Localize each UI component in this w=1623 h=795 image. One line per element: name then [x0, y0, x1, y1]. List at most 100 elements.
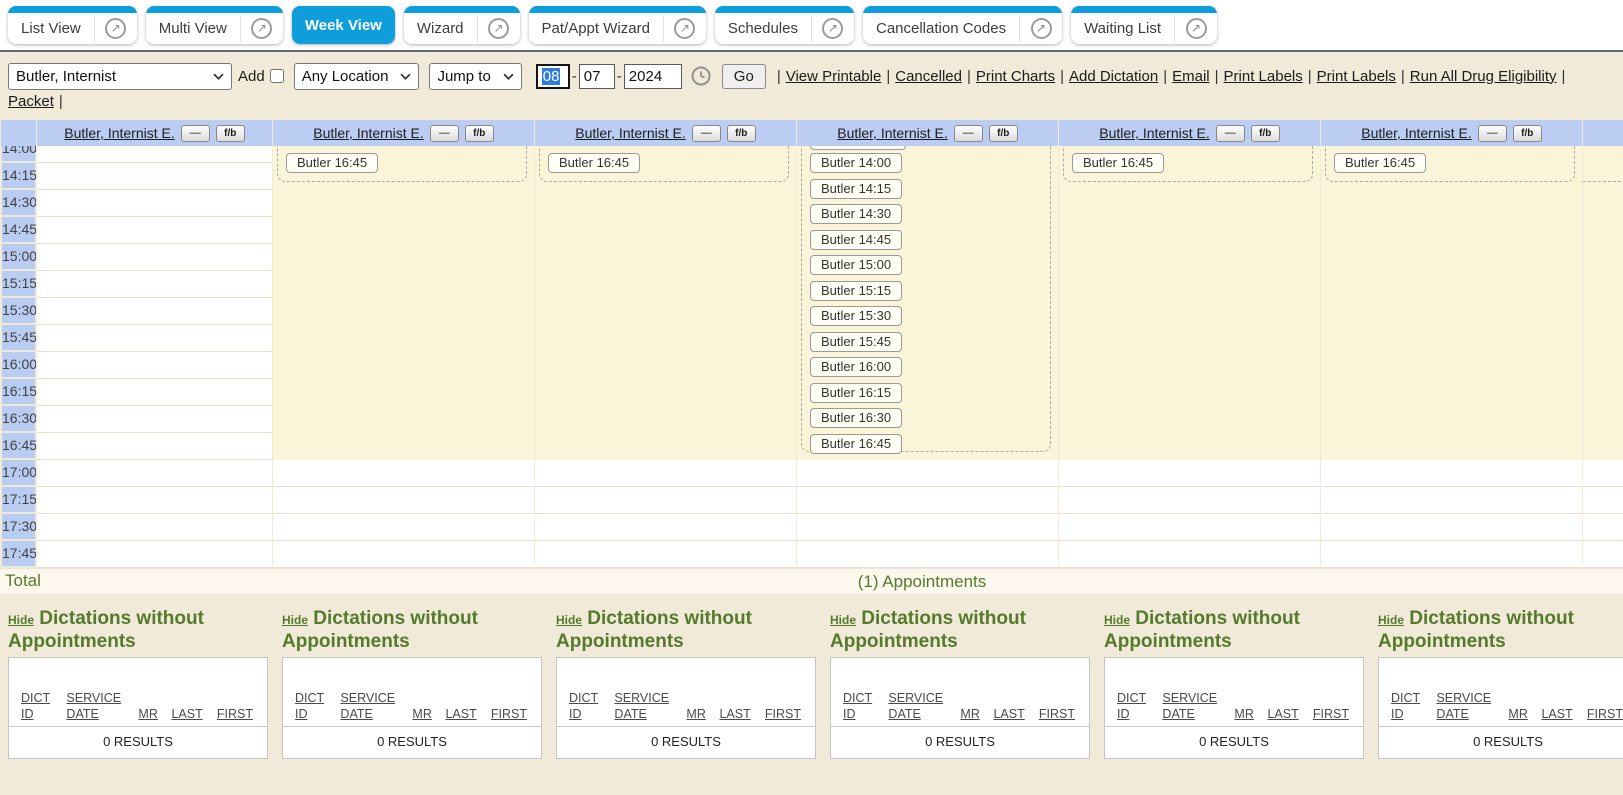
frontback-button[interactable]: f/b — [989, 125, 1018, 142]
minimize-column-button[interactable]: — — [1216, 125, 1245, 142]
dictation-column-header-mr[interactable]: MR — [1508, 706, 1531, 722]
slot-button[interactable]: Butler 14:15 — [810, 179, 902, 199]
tab-week-view[interactable]: Week View — [292, 6, 395, 44]
frontback-button[interactable]: f/b — [1513, 125, 1542, 142]
provider-select[interactable]: Butler, Internist — [8, 63, 232, 90]
after-hours-rows[interactable] — [273, 460, 534, 568]
slot-button[interactable]: Butler 16:45 — [1072, 153, 1164, 173]
slot-button[interactable]: Butler 16:45 — [810, 434, 902, 454]
dictation-column-header-first[interactable]: FIRST — [217, 706, 253, 722]
hide-link[interactable]: Hide — [556, 613, 582, 627]
dictation-column-header-dict-id[interactable]: DICT ID — [295, 690, 330, 722]
external-link-icon[interactable]: ↗ — [664, 18, 706, 39]
dictation-column-header-last[interactable]: LAST — [445, 706, 480, 722]
scheduled-area[interactable] — [1321, 146, 1582, 460]
frontback-button[interactable]: f/b — [727, 125, 756, 142]
clock-icon[interactable] — [690, 65, 712, 87]
tab-wizard[interactable]: Wizard↗ — [404, 6, 520, 44]
external-link-icon[interactable]: ↗ — [478, 18, 520, 39]
toolbar-link-print-labels[interactable]: Print Labels — [1224, 68, 1303, 85]
provider-link[interactable]: Butler, Internist E. — [1099, 125, 1210, 141]
slot-button[interactable]: Butler 14:00 — [810, 153, 902, 173]
slot-button[interactable]: Butler 14:30 — [810, 204, 902, 224]
toolbar-link-add-dictation[interactable]: Add Dictation — [1069, 68, 1158, 85]
provider-link[interactable]: Butler, Internist E. — [837, 125, 948, 141]
tab-list-view[interactable]: List View↗ — [8, 6, 137, 44]
hide-link[interactable]: Hide — [8, 613, 34, 627]
location-select[interactable]: Any Location — [294, 63, 420, 90]
dictation-column-header-mr[interactable]: MR — [412, 706, 435, 722]
dictation-column-header-first[interactable]: FIRST — [1587, 706, 1623, 722]
after-hours-rows[interactable] — [535, 460, 796, 568]
dictation-column-header-dict-id[interactable]: DICT ID — [1117, 690, 1152, 722]
external-link-icon[interactable]: ↗ — [1175, 18, 1217, 39]
toolbar-link-view-printable[interactable]: View Printable — [786, 68, 882, 85]
toolbar-link-print-charts[interactable]: Print Charts — [976, 68, 1055, 85]
scheduled-area[interactable] — [273, 146, 534, 460]
provider-link[interactable]: Butler, Internist E. — [64, 125, 175, 141]
provider-link[interactable]: Butler, Internist E. — [313, 125, 424, 141]
dictation-column-header-last[interactable]: LAST — [993, 706, 1028, 722]
minimize-column-button[interactable]: — — [1478, 125, 1507, 142]
slot-button[interactable]: Butler 15:00 — [810, 255, 902, 275]
toolbar-link-print-labels[interactable]: Print Labels — [1317, 68, 1396, 85]
external-link-icon[interactable]: ↗ — [812, 18, 854, 39]
dictation-column-header-last[interactable]: LAST — [719, 706, 754, 722]
dictation-column-header-service-date[interactable]: SERVICE DATE — [1162, 690, 1224, 722]
hide-link[interactable]: Hide — [830, 613, 856, 627]
slot-button[interactable]: Butler 15:30 — [810, 306, 902, 326]
after-hours-rows[interactable] — [1321, 460, 1582, 568]
date-year-input[interactable] — [624, 64, 682, 89]
dictation-column-header-mr[interactable]: MR — [686, 706, 709, 722]
dictation-column-header-service-date[interactable]: SERVICE DATE — [340, 690, 402, 722]
scheduled-area[interactable] — [1583, 146, 1623, 460]
frontback-button[interactable]: f/b — [216, 125, 245, 142]
scheduled-area[interactable] — [1059, 146, 1320, 460]
slot-button[interactable]: Butler 15:15 — [810, 281, 902, 301]
tab-cancellation-codes[interactable]: Cancellation Codes↗ — [863, 6, 1062, 44]
go-button[interactable]: Go — [722, 64, 766, 89]
provider-link[interactable]: Butler, Internist E. — [575, 125, 686, 141]
dictation-column-header-dict-id[interactable]: DICT ID — [569, 690, 604, 722]
dictation-column-header-service-date[interactable]: SERVICE DATE — [1436, 690, 1498, 722]
minimize-column-button[interactable]: — — [430, 125, 459, 142]
slot-button[interactable]: Butler 16:15 — [810, 383, 902, 403]
dictation-column-header-first[interactable]: FIRST — [1039, 706, 1075, 722]
tab-multi-view[interactable]: Multi View↗ — [146, 6, 283, 44]
external-link-icon[interactable]: ↗ — [1020, 18, 1062, 39]
hide-link[interactable]: Hide — [1378, 613, 1404, 627]
slot-button[interactable]: Butler 16:00 — [810, 357, 902, 377]
minimize-column-button[interactable]: — — [692, 125, 721, 142]
frontback-button[interactable]: f/b — [465, 125, 494, 142]
dictation-column-header-service-date[interactable]: SERVICE DATE — [614, 690, 676, 722]
slot-button[interactable]: Butler 14:45 — [810, 230, 902, 250]
dictation-column-header-dict-id[interactable]: DICT ID — [21, 690, 56, 722]
date-day-input[interactable] — [579, 64, 615, 89]
external-link-icon[interactable]: ↗ — [241, 18, 283, 39]
toolbar-link-email[interactable]: Email — [1172, 68, 1210, 85]
tab-schedules[interactable]: Schedules↗ — [715, 6, 854, 44]
dictation-column-header-first[interactable]: FIRST — [491, 706, 527, 722]
dictation-column-header-mr[interactable]: MR — [960, 706, 983, 722]
slot-button-clipped[interactable] — [810, 146, 906, 150]
empty-day-area[interactable] — [37, 146, 272, 568]
dictation-column-header-dict-id[interactable]: DICT ID — [843, 690, 878, 722]
after-hours-rows[interactable] — [1059, 460, 1320, 568]
packet-link[interactable]: Packet — [8, 93, 54, 110]
hide-link[interactable]: Hide — [1104, 613, 1130, 627]
minimize-column-button[interactable]: — — [954, 125, 983, 142]
add-checkbox[interactable] — [270, 69, 284, 83]
minimize-column-button[interactable]: — — [181, 125, 210, 142]
jump-to-select[interactable]: Jump to — [429, 63, 521, 90]
external-link-icon[interactable]: ↗ — [95, 18, 137, 39]
dictation-column-header-service-date[interactable]: SERVICE DATE — [888, 690, 950, 722]
toolbar-link-run-all-drug-eligibility[interactable]: Run All Drug Eligibility — [1410, 68, 1557, 85]
after-hours-rows[interactable] — [1583, 460, 1623, 568]
slot-button[interactable]: Butler 16:45 — [548, 153, 640, 173]
provider-link[interactable]: Butler, Internist E. — [1361, 125, 1472, 141]
after-hours-rows[interactable] — [797, 460, 1058, 568]
dictation-column-header-service-date[interactable]: SERVICE DATE — [66, 690, 128, 722]
dictation-column-header-mr[interactable]: MR — [1234, 706, 1257, 722]
dictation-column-header-last[interactable]: LAST — [1267, 706, 1302, 722]
dictation-column-header-first[interactable]: FIRST — [765, 706, 801, 722]
